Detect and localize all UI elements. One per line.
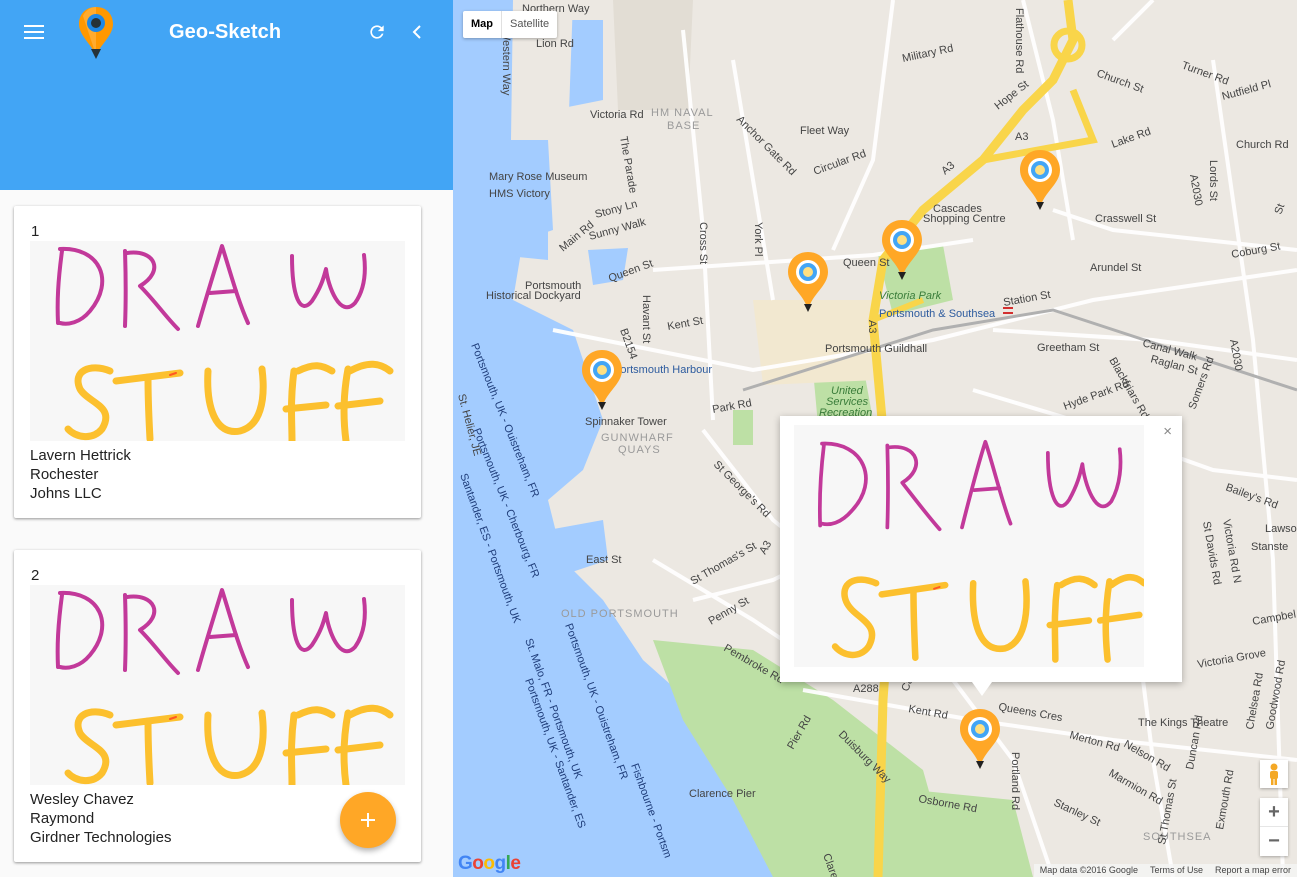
label-east-st: East St: [586, 554, 621, 566]
label-southsea: SOUTHSEA: [1143, 831, 1212, 843]
map-attribution: Map data ©2016 Google Terms of Use Repor…: [1033, 864, 1297, 877]
label-a288: A288: [853, 683, 879, 695]
label-shopping-centre: Shopping Centre: [923, 213, 1006, 225]
info-window-sketch: [794, 425, 1144, 667]
satellite-view-button[interactable]: Satellite: [502, 11, 557, 38]
label-a3-c: A3: [866, 320, 878, 333]
label-historical-dockyard: Historical Dockyard: [486, 290, 581, 302]
label-portland-rd: Portland Rd: [1009, 752, 1021, 810]
refresh-icon: [370, 25, 384, 39]
sidebar: Geo-Sketch 1 Lavern Hettrick Rochester J…: [0, 0, 453, 877]
close-icon[interactable]: ×: [1163, 424, 1172, 439]
menu-icon: [24, 25, 44, 39]
info-window: ×: [780, 416, 1182, 696]
map[interactable]: Northern Way Lion Rd Victoria Rd HM NAVA…: [453, 0, 1297, 877]
label-havant-st: Havant St: [640, 295, 652, 343]
label-greetham-st: Greetham St: [1037, 342, 1099, 354]
sketch-image: [30, 585, 405, 785]
street-view-pegman-button[interactable]: [1260, 760, 1288, 788]
app-title: Geo-Sketch: [169, 21, 282, 43]
label-base: BASE: [667, 120, 700, 132]
card-index: 1: [31, 223, 40, 240]
contact-city: Rochester: [30, 466, 99, 483]
menu-button[interactable]: [16, 14, 52, 50]
label-portsmouth-southsea: Portsmouth & Southsea: [879, 308, 996, 320]
pegman-icon: [1270, 763, 1278, 785]
map-marker-icon[interactable]: [1018, 148, 1062, 210]
plus-icon: [361, 813, 375, 827]
map-marker-icon[interactable]: [580, 348, 624, 410]
label-stanste: Stanste: [1251, 541, 1288, 553]
label-arundel-st: Arundel St: [1090, 262, 1141, 274]
map-marker-icon[interactable]: [786, 250, 830, 312]
chevron-left-icon: [412, 25, 421, 39]
zoom-control: + −: [1260, 798, 1288, 856]
contact-company: Johns LLC: [30, 485, 102, 502]
label-lion-rd: Lion Rd: [536, 38, 574, 50]
info-window-pointer: [972, 682, 992, 696]
contact-name: Lavern Hettrick: [30, 447, 131, 464]
map-type-control: Map Satellite: [463, 11, 558, 38]
sketch-drawing: [55, 244, 394, 441]
map-marker-icon[interactable]: [958, 707, 1002, 769]
label-a3: A3: [1015, 131, 1028, 143]
label-guildhall: Portsmouth Guildhall: [825, 343, 927, 355]
contact-company: Girdner Technologies: [30, 829, 172, 846]
terms-link[interactable]: Terms of Use: [1150, 865, 1203, 876]
label-lawso: Lawso: [1265, 523, 1297, 535]
label-york-pl: York Pl: [752, 222, 764, 256]
label-clarence-pier: Clarence Pier: [689, 788, 756, 800]
label-fleet-way: Fleet Way: [800, 125, 850, 137]
label-hms-victory: HMS Victory: [489, 188, 550, 200]
card-details: Wesley Chavez Raymond Girdner Technologi…: [30, 790, 171, 847]
report-error-link[interactable]: Report a map error: [1215, 865, 1291, 876]
label-lords-st: Lords St: [1207, 160, 1219, 201]
sketch-image: [30, 241, 405, 441]
contact-city: Raymond: [30, 810, 95, 827]
add-sketch-button[interactable]: [340, 792, 396, 848]
label-victoria-rd: Victoria Rd: [590, 109, 644, 121]
label-western-way: Western Way: [500, 30, 512, 96]
label-kings-theatre: The Kings Theatre: [1138, 717, 1228, 729]
app-logo-icon: [79, 7, 113, 59]
label-spinnaker-tower: Spinnaker Tower: [585, 416, 667, 428]
zoom-out-button[interactable]: −: [1260, 827, 1288, 856]
card-index: 2: [31, 567, 40, 584]
label-old-portsmouth: OLD PORTSMOUTH: [561, 608, 679, 620]
label-hm-naval: HM NAVAL: [651, 107, 714, 119]
label-portsmouth-harbour: Portsmouth Harbour: [613, 364, 712, 376]
label-crasswell-st: Crasswell St: [1095, 213, 1156, 225]
google-logo: Google: [458, 853, 521, 874]
map-view-button[interactable]: Map: [463, 11, 502, 38]
contact-name: Wesley Chavez: [30, 791, 134, 808]
label-flathouse-rd: Flathouse Rd: [1013, 8, 1025, 73]
sketch-card[interactable]: 1 Lavern Hettrick Rochester Johns LLC: [14, 206, 421, 518]
label-gunwharf: GUNWHARF: [601, 432, 674, 444]
label-cross-st: Cross St: [697, 222, 709, 264]
app-bar: Geo-Sketch: [0, 0, 453, 190]
sketch-drawing: [55, 588, 394, 785]
label-quays: QUAYS: [618, 444, 661, 456]
label-church-rd: Church Rd: [1236, 139, 1289, 151]
map-marker-icon[interactable]: [880, 218, 924, 280]
refresh-button[interactable]: [359, 14, 395, 50]
label-mary-rose: Mary Rose Museum: [489, 171, 587, 183]
collapse-button[interactable]: [399, 14, 435, 50]
card-details: Lavern Hettrick Rochester Johns LLC: [30, 446, 131, 503]
map-data-credit: Map data ©2016 Google: [1039, 865, 1138, 875]
sketch-drawing: [817, 439, 1144, 663]
label-victoria-park: Victoria Park: [879, 290, 942, 302]
zoom-in-button[interactable]: +: [1260, 798, 1288, 827]
